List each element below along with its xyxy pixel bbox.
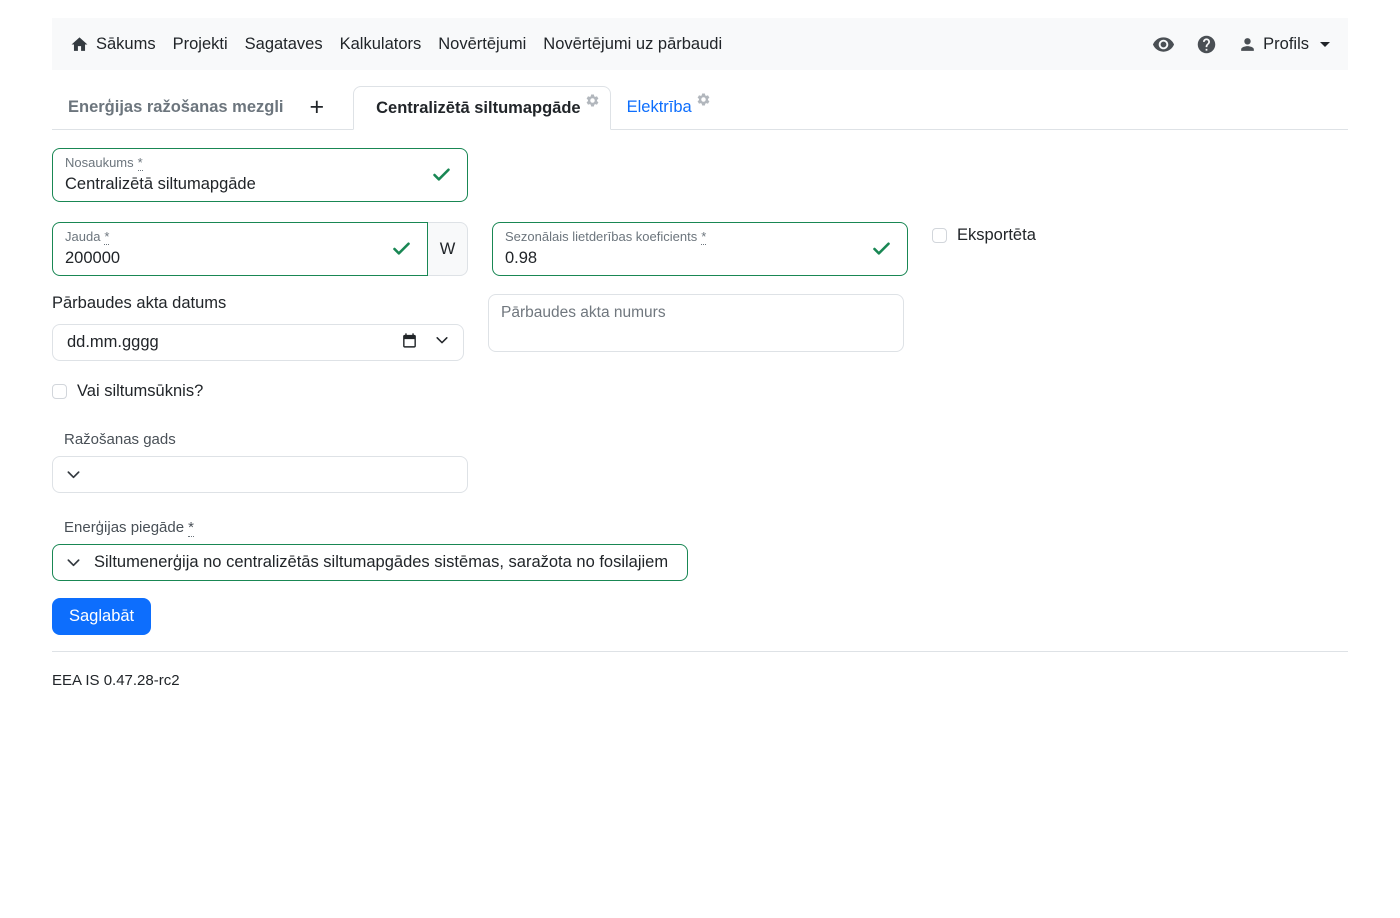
- form-panel: Nosaukums* Centralizētā siltumapgāde Jau…: [52, 148, 1348, 635]
- nav-item-sakums[interactable]: Sākums: [70, 35, 156, 54]
- select-value: Siltumenerģija no centralizētās siltumap…: [94, 553, 674, 572]
- tab-energijas-razosanas-mezgli[interactable]: Enerģijas ražošanas mezgli: [52, 86, 296, 129]
- field-label: Sezonālais lietderības koeficients*: [505, 229, 863, 246]
- vai-siltumsuknis-checkbox[interactable]: Vai siltumsūknis?: [52, 382, 203, 401]
- parbaudes-akta-datums-input[interactable]: dd.mm.gggg: [52, 324, 464, 361]
- tab-label: Elektrība: [627, 98, 692, 117]
- eksporteta-checkbox[interactable]: Eksportēta: [932, 226, 1036, 245]
- nav-item-novertejumi[interactable]: Novērtējumi: [438, 35, 526, 54]
- tab-elektriba[interactable]: Elektrība: [611, 86, 721, 129]
- chevron-down-icon[interactable]: [435, 333, 449, 352]
- parbaudes-akta-datums-label: Pārbaudes akta datums: [52, 294, 226, 313]
- gear-icon[interactable]: [696, 92, 711, 107]
- valid-check-icon: [871, 239, 892, 260]
- nav-item-label: Novērtējumi: [438, 35, 526, 54]
- nav-menu: Sākums Projekti Sagataves Kalkulators No…: [70, 35, 722, 54]
- energijas-piegade-select[interactable]: Siltumenerģija no centralizētās siltumap…: [52, 544, 688, 581]
- caret-down-icon: [1320, 42, 1330, 47]
- app-version: EEA IS 0.47.28-rc2: [52, 672, 180, 689]
- razosanas-gads-label: Ražošanas gads: [64, 431, 176, 448]
- field-value: 0.98: [505, 247, 863, 269]
- nav-item-label: Sākums: [96, 35, 156, 54]
- tab-bar: Enerģijas ražošanas mezgli + Centralizēt…: [52, 86, 1348, 130]
- parbaudes-akta-datums-group: Pārbaudes akta datums dd.mm.gggg: [52, 294, 464, 361]
- nav-item-sagataves[interactable]: Sagataves: [245, 35, 323, 54]
- calendar-icon[interactable]: [401, 332, 418, 354]
- energijas-piegade-label: Enerģijas piegāde*: [64, 519, 194, 536]
- nav-actions: Profils: [1152, 33, 1330, 56]
- nav-item-projekti[interactable]: Projekti: [173, 35, 228, 54]
- visibility-icon[interactable]: [1152, 33, 1175, 56]
- valid-check-icon: [391, 239, 412, 260]
- home-icon: [70, 35, 89, 54]
- nav-item-kalkulators[interactable]: Kalkulators: [340, 35, 422, 54]
- valid-check-icon: [431, 165, 452, 186]
- parbaudes-akta-numurs-input[interactable]: Pārbaudes akta numurs: [488, 294, 904, 352]
- nav-item-label: Novērtējumi uz pārbaudi: [543, 35, 722, 54]
- chevron-down-icon: [66, 467, 81, 482]
- field-label: Jauda*: [65, 229, 383, 246]
- chevron-down-icon: [66, 555, 81, 570]
- footer-divider: [52, 651, 1348, 652]
- checkbox-box[interactable]: [932, 228, 947, 243]
- nav-item-label: Sagataves: [245, 35, 323, 54]
- checkbox-label: Vai siltumsūknis?: [77, 382, 203, 401]
- tab-label: Centralizētā siltumapgāde: [376, 99, 580, 118]
- checkbox-label: Eksportēta: [957, 226, 1036, 245]
- razosanas-gads-select[interactable]: [52, 456, 468, 493]
- nav-item-novertejumi-uz-parbaudi[interactable]: Novērtējumi uz pārbaudi: [543, 35, 722, 54]
- checkbox-box[interactable]: [52, 384, 67, 399]
- add-tab-button[interactable]: +: [296, 86, 339, 129]
- koeficients-input[interactable]: Sezonālais lietderības koeficients* 0.98: [492, 222, 908, 276]
- page: Sākums Projekti Sagataves Kalkulators No…: [0, 18, 1400, 690]
- field-label: Nosaukums*: [65, 155, 423, 172]
- gear-icon[interactable]: [585, 93, 600, 108]
- unit-addon: W: [428, 222, 468, 276]
- field-value: Centralizētā siltumapgāde: [65, 173, 423, 195]
- nav-item-label: Projekti: [173, 35, 228, 54]
- field-label: Pārbaudes akta numurs: [501, 304, 891, 322]
- help-icon[interactable]: [1196, 34, 1217, 55]
- person-icon: [1238, 35, 1257, 54]
- field-value: 200000: [65, 247, 383, 269]
- tab-centralizeta-siltumapgade[interactable]: Centralizētā siltumapgāde: [353, 86, 610, 130]
- save-button[interactable]: Saglabāt: [52, 598, 151, 635]
- nav-item-label: Kalkulators: [340, 35, 422, 54]
- top-navbar: Sākums Projekti Sagataves Kalkulators No…: [52, 18, 1348, 70]
- jauda-input-group: Jauda* 200000 W: [52, 222, 468, 276]
- nosaukums-input[interactable]: Nosaukums* Centralizētā siltumapgāde: [52, 148, 468, 202]
- profile-label: Profils: [1263, 35, 1309, 54]
- date-placeholder: dd.mm.gggg: [67, 333, 401, 352]
- jauda-input[interactable]: Jauda* 200000: [52, 222, 428, 276]
- profile-menu[interactable]: Profils: [1238, 35, 1330, 54]
